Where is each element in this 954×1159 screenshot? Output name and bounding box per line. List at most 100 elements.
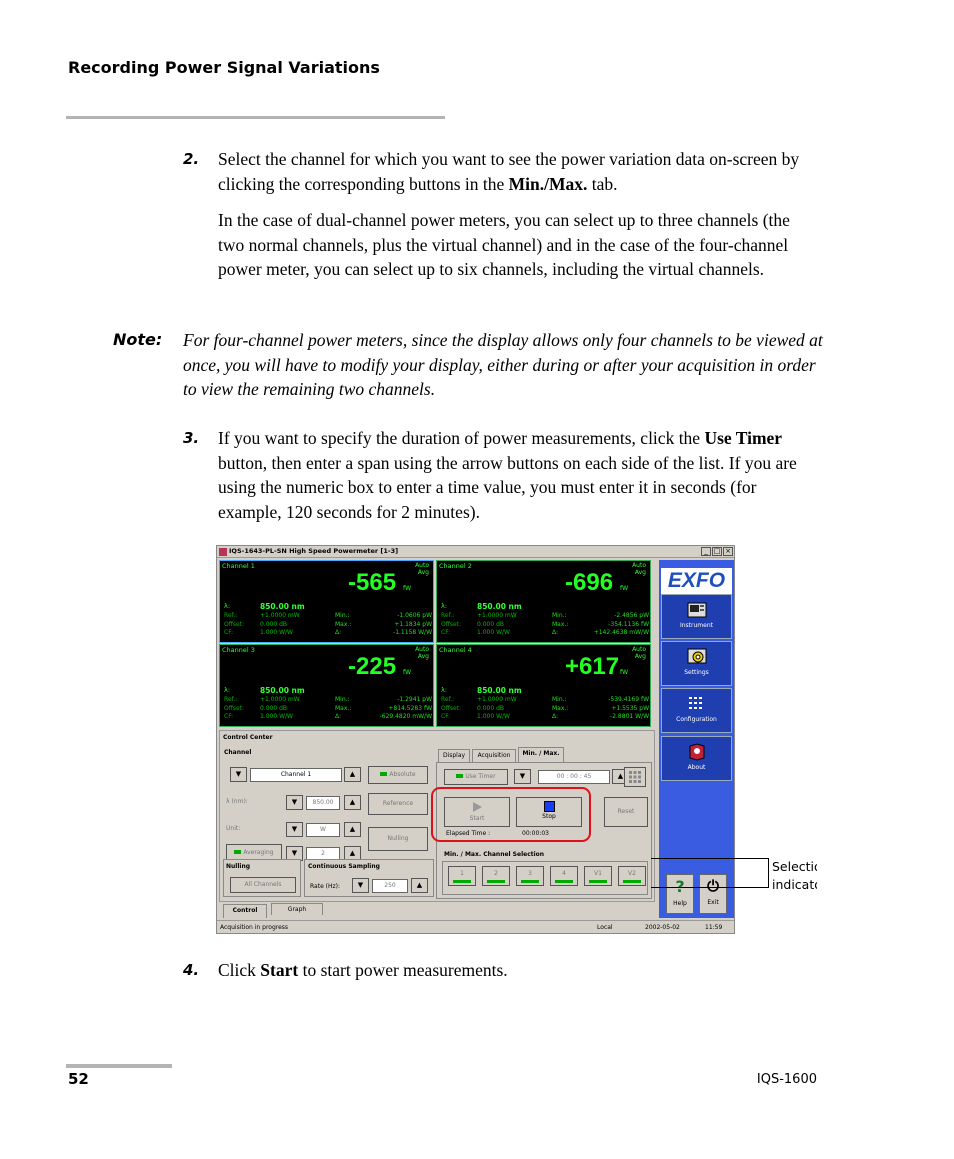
reference-button[interactable]: Reference [368,793,428,815]
select-channel-4-button[interactable]: 4 [550,866,578,886]
tab-display[interactable]: Display [438,749,470,762]
tab-acquisition[interactable]: Acquisition [472,749,516,762]
wavelength-value: 850.00 nm [477,686,522,695]
header-title: Recording Power Signal Variations [68,58,380,77]
continuous-sampling-label: Continuous Sampling [308,863,380,870]
footer-rule [66,1064,172,1068]
help-button[interactable]: ? Help [666,874,694,914]
configuration-button[interactable]: Configuration [661,688,732,733]
configuration-icon [688,697,702,709]
minmax-labels: Min.: Max.: Δ: [335,612,352,636]
param-labels: Ref.: Offset: CF: [224,612,245,636]
timer-down-button[interactable]: ▼ [514,769,531,784]
timer-field[interactable]: 00 : 00 : 45 [538,770,610,784]
channel-4-panel[interactable]: Channel 4 Auto Avg +617 fW λ: 850.00 nm R… [436,644,651,727]
note-text: For four-channel power meters, since the… [183,330,823,400]
channel-name: Channel 1 [222,562,255,570]
instrument-icon [687,602,706,618]
channel-next-button[interactable]: ▲ [344,767,361,782]
about-button[interactable]: About [661,736,732,781]
callout-line-bottom [651,887,769,888]
select-channel-1-button[interactable]: 1 [448,866,476,886]
wavelength-down-button[interactable]: ▼ [286,795,303,810]
nulling-button[interactable]: Nulling [368,827,428,851]
param-values: +1.0000 mW 0.000 dB 1.000 W/W [477,696,517,720]
wavelength-value: 850.00 nm [260,686,305,695]
minimize-button[interactable]: _ [701,547,711,556]
selection-indicator-callout: Selection indicator [772,859,817,892]
power-unit: fW [403,585,412,592]
select-channel-2-button[interactable]: 2 [482,866,510,886]
channel-1-panel[interactable]: Channel 1 Auto Avg -565 fW λ: 850.00 nm R… [219,560,434,643]
param-values: +1.0000 mW 0.000 dB 1.000 W/W [260,696,300,720]
all-channels-button[interactable]: All Channels [230,877,296,893]
tab-graph[interactable]: Graph [271,903,323,915]
callout-line-top [651,858,769,859]
use-timer-button[interactable]: Use Timer [444,769,508,785]
tab-min-max[interactable]: Min. / Max. [518,747,564,762]
wavelength-label: λ: [441,602,448,610]
power-unit: fW [403,669,412,676]
page-number: 52 [68,1070,89,1088]
status-date: 2002-05-02 [645,924,680,931]
app-screenshot: IQS-1643-PL-SN High Speed Powermeter [1-… [216,545,735,934]
step-4-text: Click Start to start power measurements. [218,960,508,980]
step-4-number: 4. [183,961,200,979]
select-channel-v1-button[interactable]: V1 [584,866,612,886]
tab-control[interactable]: Control [223,904,267,918]
param-labels: Ref.: Offset: CF: [224,696,245,720]
instrument-button[interactable]: Instrument [661,594,732,639]
channel-name: Channel 2 [439,562,472,570]
callout-bracket [768,858,769,888]
step-3-number: 3. [183,429,200,447]
step-3-text: If you want to specify the duration of p… [218,428,797,522]
note-label: Note: [113,330,163,349]
status-message: Acquisition in progress [220,924,289,931]
book-icon [689,743,704,761]
range-mode: Auto Avg [632,562,646,576]
status-bar: Acquisition in progress Local 2002-05-02… [217,920,734,933]
close-button[interactable]: × [723,547,733,556]
minmax-labels: Min.: Max.: Δ: [335,696,352,720]
keypad-icon [629,771,641,783]
param-labels: Ref.: Offset: CF: [441,612,462,636]
reset-button[interactable]: Reset [604,797,648,827]
minmax-values: -1.0606 pW +1.1834 pW -1.1158 W/W [393,612,432,636]
status-mode: Local [597,924,613,931]
header-rule [66,116,445,119]
select-channel-3-button[interactable]: 3 [516,866,544,886]
indicator-led-icon [456,774,464,778]
minmax-values: -2.4856 pW -354.1136 fW +142.4638 mW/W [593,612,649,636]
channel-label: Channel [224,749,252,756]
settings-button[interactable]: Settings [661,641,732,686]
channel-3-panel[interactable]: Channel 3 Auto Avg -225 fW λ: 850.00 nm R… [219,644,434,727]
channel-select[interactable]: Channel 1 [250,768,342,782]
absolute-button[interactable]: Absolute [368,766,428,784]
power-value: -225 [348,653,397,680]
unit-up-button[interactable]: ▲ [344,822,361,837]
step-2-number: 2. [183,150,200,168]
maximize-button[interactable]: □ [712,547,722,556]
wavelength-field[interactable]: 850.00 [306,796,340,810]
control-center-title: Control Center [223,734,273,741]
unit-field[interactable]: W [306,823,340,837]
channel-selection-title: Min. / Max. Channel Selection [444,851,545,858]
keypad-button[interactable] [624,767,646,787]
rate-field[interactable]: 250 [372,879,408,893]
wavelength-label: λ: [441,686,448,694]
rate-down-button[interactable]: ▼ [352,878,369,893]
channel-2-panel[interactable]: Channel 2 Auto Avg -696 fW λ: 850.00 nm R… [436,560,651,643]
range-mode: Auto Avg [415,646,429,660]
minmax-values: -1.2941 pW +814.5283 fW -629.4820 mW/W [379,696,432,720]
select-channel-v2-button[interactable]: V2 [618,866,646,886]
wavelength-up-button[interactable]: ▲ [344,795,361,810]
settings-gear-icon [687,648,706,664]
exit-button[interactable]: ⏻ Exit [699,874,727,914]
range-mode: Auto Avg [415,562,429,576]
minmax-values: -539.4169 fW +1.5535 pW -2.8801 W/W [608,696,649,720]
unit-down-button[interactable]: ▼ [286,822,303,837]
rate-up-button[interactable]: ▲ [411,878,428,893]
channel-prev-button[interactable]: ▼ [230,767,247,782]
side-panel: EXFO Instrument Settings Configuration A… [659,560,734,918]
wavelength-label: λ: [224,602,231,610]
